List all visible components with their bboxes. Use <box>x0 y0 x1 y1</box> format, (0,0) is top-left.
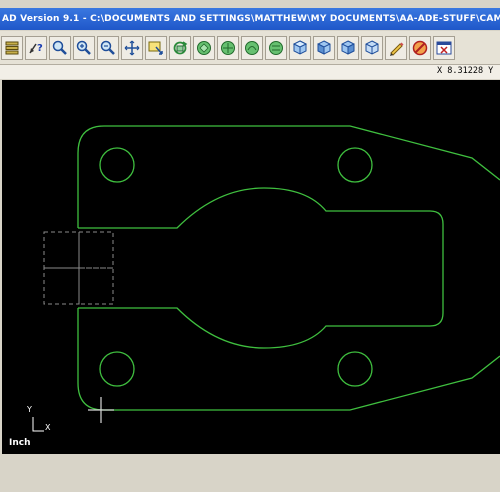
rotate-view-button[interactable] <box>169 35 191 60</box>
view-green-4-icon <box>269 40 283 55</box>
coordinate-readout: X 8.31228 Y <box>437 66 494 76</box>
view-cube-3-icon <box>341 39 355 55</box>
zoom-window-button[interactable] <box>49 35 71 60</box>
zoom-in-button[interactable] <box>73 35 95 60</box>
zoom-out-icon <box>100 40 115 55</box>
selection-grid <box>43 231 114 305</box>
draw-button[interactable] <box>385 35 407 60</box>
view-button-2[interactable] <box>217 35 239 60</box>
close-window-button[interactable] <box>433 35 455 60</box>
view-button-4[interactable] <box>265 35 287 60</box>
select-button[interactable] <box>145 35 167 60</box>
part-drawing <box>32 125 500 432</box>
view-cube-button-3[interactable] <box>337 35 359 60</box>
mounting-hole <box>337 351 373 387</box>
view-green-2-icon <box>221 40 235 55</box>
part-outline-bottom <box>77 308 500 411</box>
window-title: AD Version 9.1 - C:\DOCUMENTS AND SETTIN… <box>2 14 500 24</box>
cad-window: AD Version 9.1 - C:\DOCUMENTS AND SETTIN… <box>0 0 500 492</box>
no-entry-icon <box>412 40 428 55</box>
svg-text:?: ? <box>37 43 43 54</box>
units-label: Inch <box>9 438 31 448</box>
pan-button[interactable] <box>121 35 143 60</box>
select-icon <box>148 41 163 55</box>
zoom-in-icon <box>76 40 91 55</box>
status-bar <box>0 454 500 472</box>
slot-outline <box>78 187 444 349</box>
mounting-hole <box>337 147 373 183</box>
view-cube-1-icon <box>292 39 308 55</box>
view-cube-2-icon <box>317 39 331 55</box>
axis-y-label: Y <box>27 405 32 414</box>
pan-icon <box>124 40 140 55</box>
axis-indicator <box>32 417 44 432</box>
title-bar[interactable]: AD Version 9.1 - C:\DOCUMENTS AND SETTIN… <box>0 8 500 30</box>
mounting-hole <box>99 147 135 183</box>
close-window-icon <box>436 41 452 54</box>
coordinate-bar: X 8.31228 Y <box>0 65 500 79</box>
drawing-canvas[interactable]: Y X Inch <box>2 80 500 454</box>
view-green-1-icon <box>197 40 211 55</box>
rotate-view-icon <box>173 40 188 54</box>
toolbar: ? <box>0 31 500 65</box>
view-button-1[interactable] <box>193 35 215 60</box>
zoom-window-icon <box>52 40 67 55</box>
mounting-hole <box>99 351 135 387</box>
crosshair-cursor <box>88 397 114 423</box>
view-cube-button-1[interactable] <box>289 35 311 60</box>
axis-x-label: X <box>45 423 51 432</box>
view-button-3[interactable] <box>241 35 263 60</box>
help-button[interactable]: ? <box>25 35 47 60</box>
view-cube-button-4[interactable] <box>361 35 383 60</box>
pencil-icon <box>390 42 404 56</box>
zoom-out-button[interactable] <box>97 35 119 60</box>
view-cube-button-2[interactable] <box>313 35 335 60</box>
cancel-button[interactable] <box>409 35 431 60</box>
view-cube-4-icon <box>365 39 379 55</box>
layers-icon <box>5 41 19 54</box>
layers-button[interactable] <box>1 35 23 60</box>
view-green-3-icon <box>245 40 259 55</box>
help-pointer-icon: ? <box>29 43 43 54</box>
